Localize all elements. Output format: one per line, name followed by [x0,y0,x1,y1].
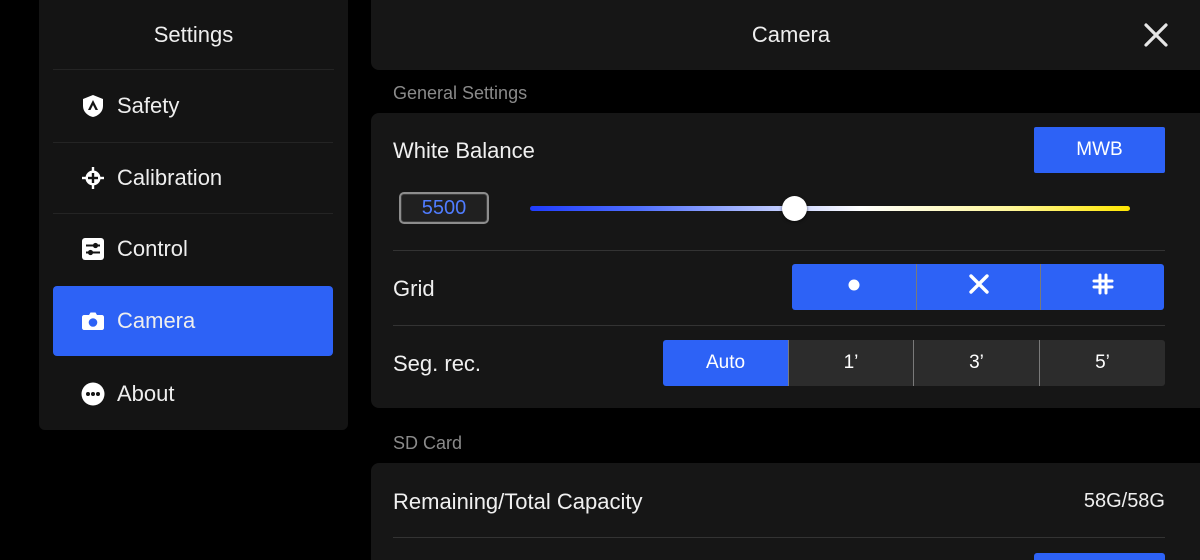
grid-option-center-dot[interactable] [792,264,916,310]
grid-hash-icon [1092,273,1114,301]
white-balance-value-field[interactable]: 5500 [399,192,489,224]
seg-rec-option-1[interactable]: 1’ [788,340,913,386]
sidebar-item-label: Camera [117,308,196,333]
sidebar-title: Settings [53,0,334,70]
divider [393,537,1165,538]
section-label-general: General Settings [393,83,528,103]
seg-rec-label: Seg. rec. [393,351,482,376]
shield-icon [81,94,105,118]
sidebar-item-control[interactable]: Control [53,214,333,284]
center-dot-icon [847,276,861,298]
more-icon [81,382,105,406]
divider [393,325,1165,326]
sd-card-action-button[interactable] [1034,553,1165,560]
calibration-icon [81,166,105,190]
sidebar-item-label: Calibration [117,165,223,190]
white-balance-label: White Balance [393,138,535,163]
seg-rec-options: Auto 1’ 3’ 5’ [663,340,1165,386]
white-balance-slider-track[interactable] [530,206,1130,211]
sidebar-item-camera[interactable]: Camera [53,286,333,356]
seg-rec-option-5[interactable]: 5’ [1039,340,1165,386]
white-balance-slider-thumb[interactable] [781,196,807,221]
divider [393,250,1165,251]
sidebar-item-calibration[interactable]: Calibration [53,143,333,213]
sliders-icon [81,237,105,261]
grid-label: Grid [393,276,435,301]
sd-card-card: Remaining/Total Capacity 58G/58G [371,463,1200,560]
sidebar-item-label: Control [117,236,188,261]
close-icon[interactable] [1141,20,1171,50]
camera-icon [81,309,105,333]
sidebar-item-label: Safety [117,93,180,118]
grid-options [792,264,1164,310]
seg-rec-option-3[interactable]: 3’ [913,340,1039,386]
sidebar-item-safety[interactable]: Safety [53,71,333,141]
capacity-label: Remaining/Total Capacity [393,489,643,514]
sidebar-item-label: About [117,381,175,406]
diagonal-cross-icon [968,273,990,301]
page-title: Camera [751,22,831,47]
grid-option-hash[interactable] [1040,264,1164,310]
page-header: Camera [371,0,1200,70]
mwb-button[interactable]: MWB [1034,127,1165,173]
capacity-value: 58G/58G [1083,490,1165,512]
settings-sidebar: Settings Safety Calibration Control Came… [39,0,348,430]
grid-option-diagonal[interactable] [916,264,1040,310]
section-label-sd-card: SD Card [393,433,463,453]
seg-rec-option-auto[interactable]: Auto [663,340,788,386]
general-settings-card: White Balance MWB 5500 Grid Seg. rec. Au… [371,113,1200,408]
sidebar-item-about[interactable]: About [53,359,333,429]
